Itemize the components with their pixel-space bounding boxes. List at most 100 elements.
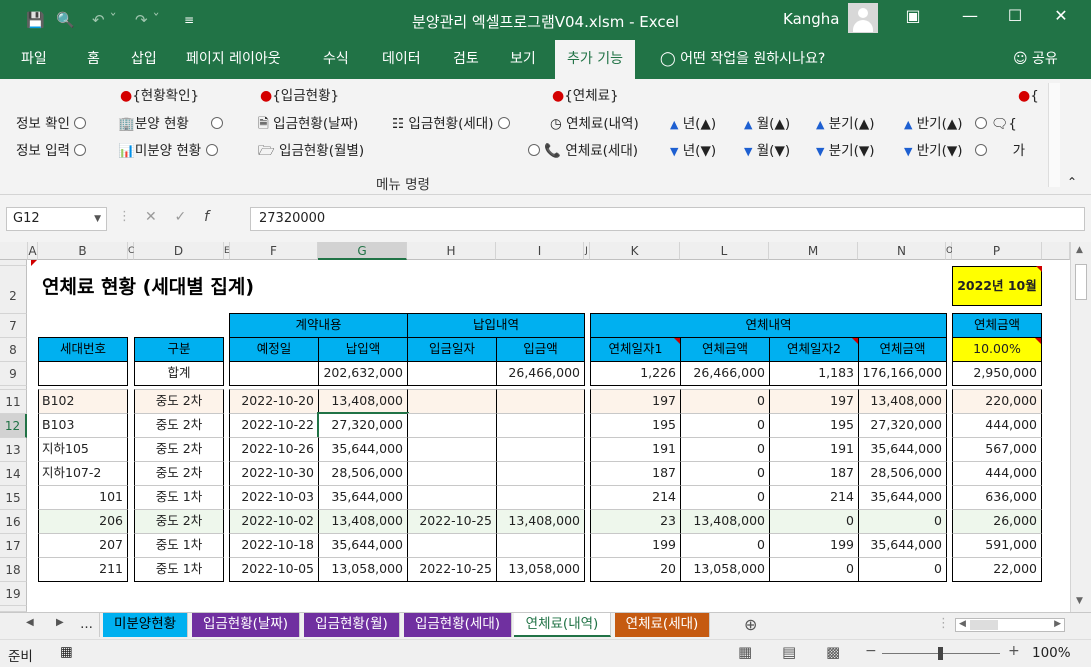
header-due[interactable]: 예정일 bbox=[229, 337, 319, 362]
deposit-unit-button[interactable]: ☷ 입금현황(세대) bbox=[392, 115, 510, 133]
cell-paid[interactable]: 28,506,000 bbox=[318, 461, 408, 486]
ribbon-scrollbar[interactable] bbox=[1048, 83, 1060, 187]
cell-deposit-amount[interactable] bbox=[496, 389, 585, 414]
unsold-status-button[interactable]: 📊미분양 현황 bbox=[118, 142, 218, 160]
cell-deposit-amount[interactable]: 13,058,000 bbox=[496, 557, 585, 582]
avatar[interactable] bbox=[848, 3, 878, 33]
cell-days2[interactable]: 195 bbox=[769, 413, 859, 438]
header-paid[interactable]: 납입액 bbox=[318, 337, 408, 362]
cell-amount2[interactable]: 27,320,000 bbox=[858, 413, 947, 438]
col-header-f[interactable]: F bbox=[230, 242, 318, 260]
header-contract[interactable]: 계약내용 bbox=[229, 313, 408, 338]
macro-record-icon[interactable]: ▦ bbox=[60, 644, 73, 660]
tab-review[interactable]: 검토 bbox=[449, 40, 483, 79]
cell-amount1[interactable]: 0 bbox=[680, 461, 770, 486]
col-header-l[interactable]: L bbox=[680, 242, 769, 260]
row-header-12[interactable]: 12 bbox=[0, 414, 27, 438]
ribbon-display-icon[interactable]: ▣ bbox=[898, 6, 928, 25]
cell-paid[interactable]: 13,408,000 bbox=[318, 389, 408, 414]
rate-cell[interactable]: 10.00% bbox=[952, 337, 1042, 362]
check-icon[interactable]: ✓ bbox=[175, 209, 187, 225]
cell-deposit-amount[interactable] bbox=[496, 413, 585, 438]
total-amount2[interactable]: 176,166,000 bbox=[858, 361, 947, 386]
header-deposit-date[interactable]: 입금일자 bbox=[407, 337, 497, 362]
scroll-left-icon[interactable]: ◀ bbox=[959, 619, 966, 629]
row-header-16[interactable]: 16 bbox=[0, 510, 27, 534]
cell-unit[interactable]: 206 bbox=[38, 509, 128, 534]
row-header-13[interactable]: 13 bbox=[0, 438, 27, 462]
user-name[interactable]: Kangha bbox=[783, 10, 840, 28]
tab-page-layout[interactable]: 페이지 레이아웃 bbox=[182, 40, 285, 79]
sheet-tab[interactable]: 입금현황(날짜) bbox=[192, 613, 300, 637]
cell-days1[interactable]: 197 bbox=[590, 389, 681, 414]
page-break-view-icon[interactable]: ▩ bbox=[826, 643, 840, 661]
total-due[interactable] bbox=[229, 361, 319, 386]
tab-data[interactable]: 데이터 bbox=[378, 40, 425, 79]
col-header-h[interactable]: H bbox=[407, 242, 496, 260]
select-all-corner[interactable] bbox=[0, 242, 28, 260]
cell-overdue[interactable]: 636,000 bbox=[952, 485, 1042, 510]
row-header-11[interactable]: 11 bbox=[0, 390, 27, 414]
minimize-icon[interactable]: — bbox=[955, 6, 985, 25]
cell-days1[interactable]: 199 bbox=[590, 533, 681, 558]
cell-paid[interactable]: 13,058,000 bbox=[318, 557, 408, 582]
page-layout-view-icon[interactable]: ▤ bbox=[782, 643, 796, 661]
cell-unit[interactable]: 지하107-2 bbox=[38, 461, 128, 486]
cell-deposit-date[interactable] bbox=[407, 533, 497, 558]
cell-amount1[interactable]: 0 bbox=[680, 533, 770, 558]
cell-days1[interactable]: 195 bbox=[590, 413, 681, 438]
cell-days1[interactable]: 20 bbox=[590, 557, 681, 582]
col-header-n[interactable]: N bbox=[858, 242, 946, 260]
total-label[interactable]: 합계 bbox=[134, 361, 224, 386]
header-deposit-amount[interactable]: 입금액 bbox=[496, 337, 585, 362]
header-overdue-amount[interactable]: 연체금액 bbox=[952, 313, 1042, 338]
cell-overdue[interactable]: 591,000 bbox=[952, 533, 1042, 558]
month-up-button[interactable]: ▲ 월(▲) bbox=[744, 115, 790, 134]
cell-days1[interactable]: 191 bbox=[590, 437, 681, 462]
cell-days2[interactable]: 191 bbox=[769, 437, 859, 462]
cell-type[interactable]: 중도 2차 bbox=[134, 437, 224, 462]
zoom-in-icon[interactable]: + bbox=[1008, 643, 1020, 659]
collapse-ribbon-icon[interactable]: ⌃ bbox=[1067, 173, 1077, 191]
cell-overdue[interactable]: 444,000 bbox=[952, 461, 1042, 486]
maximize-icon[interactable]: ☐ bbox=[1000, 6, 1030, 25]
row-header-14[interactable]: 14 bbox=[0, 462, 27, 486]
total-deposit-amount[interactable]: 26,466,000 bbox=[496, 361, 585, 386]
cell-overdue[interactable]: 567,000 bbox=[952, 437, 1042, 462]
cell-days2[interactable]: 0 bbox=[769, 557, 859, 582]
row-header-2[interactable]: 2 bbox=[0, 266, 27, 314]
cell-amount1[interactable]: 13,058,000 bbox=[680, 557, 770, 582]
cell-deposit-amount[interactable] bbox=[496, 437, 585, 462]
zoom-level[interactable]: 100% bbox=[1032, 645, 1071, 661]
cell-amount2[interactable]: 13,408,000 bbox=[858, 389, 947, 414]
cell-deposit-date[interactable] bbox=[407, 413, 497, 438]
sheet-tab[interactable]: 연체료(세대) bbox=[615, 613, 710, 637]
row-header-8[interactable]: 8 bbox=[0, 338, 27, 362]
sale-status-button[interactable]: 🏢분양 현황 bbox=[118, 115, 224, 133]
cell-deposit-amount[interactable] bbox=[496, 485, 585, 510]
cell-type[interactable]: 중도 2차 bbox=[134, 389, 224, 414]
hscroll-thumb[interactable] bbox=[970, 620, 998, 630]
cell-amount1[interactable]: 0 bbox=[680, 485, 770, 510]
row-header-19[interactable]: 19 bbox=[0, 582, 27, 606]
cell-unit[interactable]: 101 bbox=[38, 485, 128, 510]
cell-amount2[interactable]: 0 bbox=[858, 557, 947, 582]
cell-type[interactable]: 중도 2차 bbox=[134, 413, 224, 438]
cell-unit[interactable]: B102 bbox=[38, 389, 128, 414]
row-header-7[interactable]: 7 bbox=[0, 314, 27, 338]
total-paid[interactable]: 202,632,000 bbox=[318, 361, 408, 386]
cell-due[interactable]: 2022-10-26 bbox=[229, 437, 319, 462]
total-unit[interactable] bbox=[38, 361, 128, 386]
cell-paid[interactable]: 13,408,000 bbox=[318, 509, 408, 534]
cell-overdue[interactable]: 444,000 bbox=[952, 413, 1042, 438]
scroll-thumb[interactable] bbox=[1075, 264, 1087, 300]
cell-days1[interactable]: 23 bbox=[590, 509, 681, 534]
cell-amount2[interactable]: 35,644,000 bbox=[858, 533, 947, 558]
overdue-unit-button[interactable]: 📞 연체료(세대) bbox=[528, 142, 638, 160]
share-button[interactable]: ☺ 공유 bbox=[1013, 40, 1058, 79]
cell-unit[interactable]: B103 bbox=[38, 413, 128, 438]
cell-paid[interactable]: 27,320,000 bbox=[317, 412, 409, 439]
row-header-15[interactable]: 15 bbox=[0, 486, 27, 510]
tab-file[interactable]: 파일 bbox=[17, 40, 51, 79]
cell-amount1[interactable]: 13,408,000 bbox=[680, 509, 770, 534]
